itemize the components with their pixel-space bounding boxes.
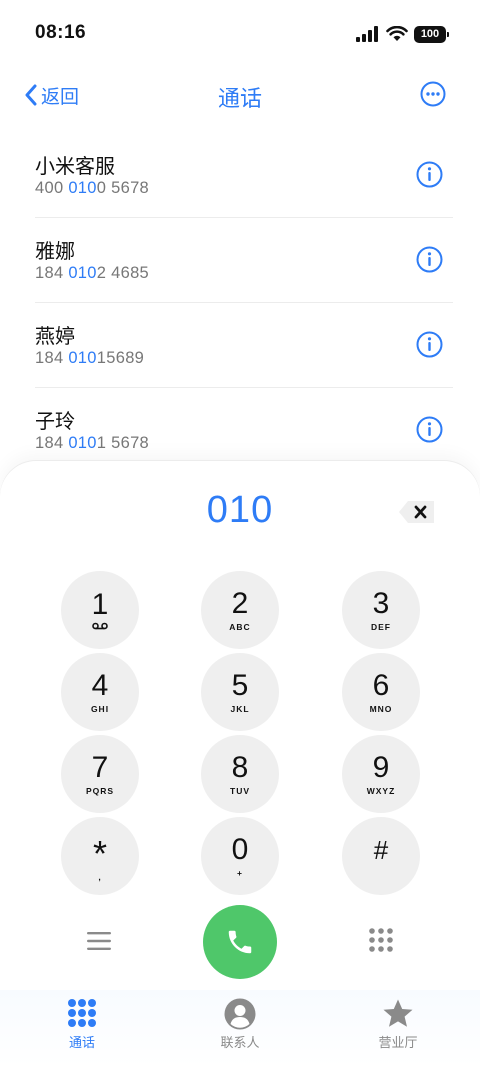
- key-4[interactable]: 4 GHI: [61, 653, 139, 731]
- menu-icon[interactable]: [86, 929, 112, 953]
- contact-row[interactable]: 雅娜 184 0102 4685: [35, 218, 453, 303]
- nav-bar: 返回 通话: [0, 70, 480, 120]
- key-8[interactable]: 8 TUV: [201, 735, 279, 813]
- signal-icon: [356, 26, 378, 42]
- contact-name: 子玲: [35, 409, 75, 433]
- number-match-highlight: 010: [68, 264, 97, 282]
- more-options-icon[interactable]: [420, 81, 446, 107]
- key-0[interactable]: 0 +: [201, 817, 279, 895]
- backspace-icon[interactable]: [398, 499, 436, 525]
- contact-row[interactable]: 小米客服 400 0100 5678: [35, 133, 453, 218]
- contact-list: 小米客服 400 0100 5678 雅娜 184 0102 4685 燕婷 1…: [0, 133, 480, 473]
- contact-number: 184 0102 4685: [35, 264, 150, 282]
- key-1[interactable]: 1: [61, 571, 139, 649]
- phone-icon: [228, 930, 252, 954]
- key-5[interactable]: 5 JKL: [201, 653, 279, 731]
- call-button[interactable]: [203, 905, 277, 979]
- contact-name: 燕婷: [35, 324, 75, 348]
- number-match-highlight: 010: [68, 434, 97, 452]
- tab-calls[interactable]: 通话: [32, 998, 132, 1058]
- number-match-highlight: 010: [68, 179, 97, 197]
- contact-number: 400 0100 5678: [35, 179, 150, 197]
- key-9[interactable]: 9 WXYZ: [342, 735, 420, 813]
- info-icon[interactable]: [416, 416, 443, 443]
- status-icons: 100: [356, 24, 449, 44]
- tab-service-hall[interactable]: 营业厅: [348, 998, 448, 1058]
- star-icon: [383, 999, 413, 1027]
- contact-number: 184 01015689: [35, 349, 145, 367]
- wifi-icon: [386, 26, 408, 41]
- tab-bar: 通话 联系人 营业厅: [0, 990, 480, 1067]
- key-7[interactable]: 7 PQRS: [61, 735, 139, 813]
- page-title: 通话: [217, 87, 262, 112]
- tab-label: 联系人: [220, 1036, 260, 1051]
- info-icon[interactable]: [416, 161, 443, 188]
- key-hash[interactable]: #: [342, 817, 420, 895]
- contact-number: 184 0101 5678: [35, 434, 150, 452]
- key-6[interactable]: 6 MNO: [342, 653, 420, 731]
- person-icon: [224, 998, 256, 1030]
- tab-contacts[interactable]: 联系人: [190, 998, 290, 1058]
- status-bar: 08:16 100: [0, 0, 480, 64]
- battery-indicator: 100: [414, 25, 449, 43]
- tab-label: 营业厅: [378, 1036, 418, 1051]
- contact-name: 小米客服: [35, 154, 115, 178]
- info-icon[interactable]: [416, 246, 443, 273]
- status-time: 08:16: [35, 22, 87, 43]
- info-icon[interactable]: [416, 331, 443, 358]
- dots-grid-icon: [68, 999, 96, 1027]
- keypad-toggle-icon[interactable]: [368, 927, 394, 953]
- voicemail-icon: [92, 622, 108, 630]
- key-star[interactable]: * ,: [61, 817, 139, 895]
- key-2[interactable]: 2 ABC: [201, 571, 279, 649]
- key-3[interactable]: 3 DEF: [342, 571, 420, 649]
- tab-label: 通话: [68, 1036, 95, 1051]
- dial-pad-sheet: 010 1 2 ABC 3 DEF 4 GHI 5 JKL 6 MNO 7 PQ…: [0, 461, 480, 1067]
- contact-name: 雅娜: [35, 239, 75, 263]
- contact-row[interactable]: 燕婷 184 01015689: [35, 303, 453, 388]
- number-match-highlight: 010: [68, 349, 97, 367]
